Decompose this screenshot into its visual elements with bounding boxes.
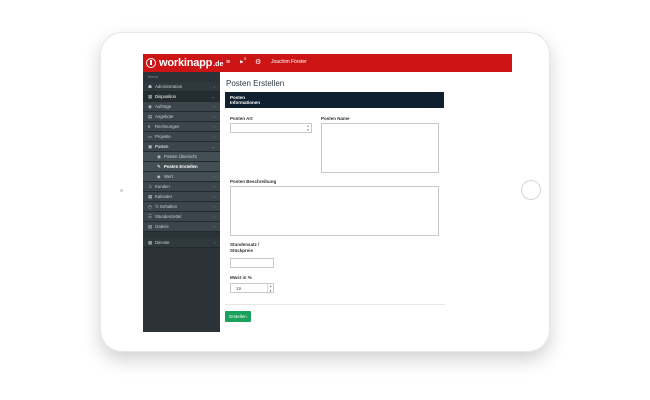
pencil-icon: ✎ xyxy=(157,164,161,169)
brand-tld: .de xyxy=(213,60,224,68)
users-icon: ☺ xyxy=(148,184,153,189)
sidebar-section-label: Menü xyxy=(148,74,159,79)
chevron-right-icon: › xyxy=(213,214,215,219)
sidebar-item-galerie[interactable]: ▨ Galerie › xyxy=(143,222,220,232)
chevron-right-icon: › xyxy=(213,124,215,129)
folder-icon: ▭ xyxy=(148,134,153,139)
sidebar-item-wert[interactable]: ◆ Wert › xyxy=(143,172,220,182)
form-divider xyxy=(225,304,445,305)
stundensatz-input[interactable] xyxy=(230,258,274,268)
sidebar-item-posten[interactable]: ▣ Posten ⌄ xyxy=(143,142,220,152)
tag-icon: ◆ xyxy=(157,174,161,179)
chevron-right-icon: › xyxy=(213,174,215,179)
calendar-icon: ▦ xyxy=(148,194,153,199)
top-navbar: workinapp .de ≡ ⚑ 5 ⚙ Joachim Förster xyxy=(143,54,512,73)
chevron-right-icon: › xyxy=(213,114,215,119)
tablet-home-button xyxy=(521,180,541,200)
sidebar-item-gehalten[interactable]: ◷ ½ Gehalten › xyxy=(143,202,220,212)
posten-name-label: Posten Name xyxy=(321,116,350,121)
briefcase-icon: ▩ xyxy=(148,240,153,245)
chevron-right-icon: › xyxy=(213,84,215,89)
user-name[interactable]: Joachim Förster xyxy=(271,59,307,65)
chevron-right-icon: › xyxy=(213,240,215,245)
cubes-icon: ▣ xyxy=(148,144,153,149)
gear-icon[interactable]: ⚙ xyxy=(255,58,261,68)
panel-header: Posten Informationen xyxy=(225,92,444,108)
stundensatz-label-line1: Stundensatz / xyxy=(230,242,260,247)
eye-icon: ◉ xyxy=(148,104,152,109)
image-icon: ▨ xyxy=(148,224,153,229)
notifications-badge: 5 xyxy=(244,56,247,61)
posten-art-select[interactable]: ▲ ▼ xyxy=(230,123,312,133)
list-icon: ☰ xyxy=(148,214,153,219)
sidebar: Menü ☗ Administration › ▦ Disposition ⌄ ◉ A… xyxy=(143,72,220,332)
app-screen: workinapp .de ≡ ⚑ 5 ⚙ Joachim Förster Me… xyxy=(143,54,512,332)
tablet-camera xyxy=(120,189,123,192)
brand-name: workinapp xyxy=(159,57,213,69)
chevron-right-icon: › xyxy=(213,194,215,199)
sidebar-item-disposition[interactable]: ▦ Disposition ⌄ xyxy=(143,92,220,102)
hamburger-icon[interactable]: ≡ xyxy=(226,58,230,68)
page-title: Posten Erstellen xyxy=(226,79,285,88)
flag-icon[interactable]: ⚑ xyxy=(239,58,243,68)
chevron-right-icon: › xyxy=(213,104,215,109)
power-logo-icon xyxy=(146,58,156,68)
sidebar-item-posten-uebersicht[interactable]: ◉ Posten Übersicht xyxy=(143,152,220,162)
beschreibung-label: Posten Beschreibung xyxy=(230,179,277,184)
stundensatz-label-line2: Stückpreis xyxy=(230,247,254,253)
clock-icon: ◷ xyxy=(148,204,152,209)
calendar-icon: ▦ xyxy=(148,94,153,99)
posten-art-label: Posten Art xyxy=(230,116,253,121)
mwst-value: 19 xyxy=(236,286,242,291)
chevron-down-icon: ⌄ xyxy=(211,94,215,99)
beschreibung-textarea[interactable] xyxy=(230,186,439,236)
posten-name-textarea[interactable] xyxy=(321,123,439,173)
file-icon: ▤ xyxy=(148,114,153,119)
sidebar-item-auftraege[interactable]: ◉ Aufträge › xyxy=(143,102,220,112)
sidebar-item-angebote[interactable]: ▤ Angebote › xyxy=(143,112,220,122)
erstellen-button[interactable]: Erstellen xyxy=(225,311,251,322)
euro-icon: € xyxy=(148,124,151,129)
panel-title-line2: Informationen xyxy=(230,100,260,105)
mwst-number-input[interactable]: 19 ▲ ▼ xyxy=(230,283,274,294)
eye-icon: ◉ xyxy=(157,154,161,159)
main-content: Posten Erstellen Posten Informationen Po… xyxy=(220,72,512,332)
chevron-down-icon: ⌄ xyxy=(211,144,215,149)
select-arrows-icon: ▲ ▼ xyxy=(306,124,310,132)
sidebar-item-projekte[interactable]: ▭ Projekte › xyxy=(143,132,220,142)
sidebar-item-rechnungen[interactable]: € Rechnungen › xyxy=(143,122,220,132)
mwst-label: Mwst in % xyxy=(230,275,252,280)
sidebar-item-administration[interactable]: ☗ Administration › xyxy=(143,82,220,92)
sidebar-item-posten-erstellen[interactable]: ✎ Posten Erstellen xyxy=(143,162,220,172)
chevron-right-icon: › xyxy=(213,224,215,229)
stundensatz-label: Stundensatz / Stückpreis xyxy=(230,242,259,253)
users-cog-icon: ☗ xyxy=(148,84,153,89)
chevron-right-icon: › xyxy=(213,184,215,189)
sidebar-item-kunden[interactable]: ☺ Kunden › xyxy=(143,182,220,192)
chevron-right-icon: › xyxy=(213,134,215,139)
sidebar-item-kalender[interactable]: ▦ Kalender › xyxy=(143,192,220,202)
chevron-right-icon: › xyxy=(213,204,215,209)
sidebar-item-stundenzettel[interactable]: ☰ Stundenzettel › xyxy=(143,212,220,222)
spinner-arrows-icon[interactable]: ▲ ▼ xyxy=(267,284,273,294)
brand-logo[interactable]: workinapp .de xyxy=(146,56,223,70)
sidebar-item-dienste[interactable]: ▩ Dienste › xyxy=(143,238,220,248)
